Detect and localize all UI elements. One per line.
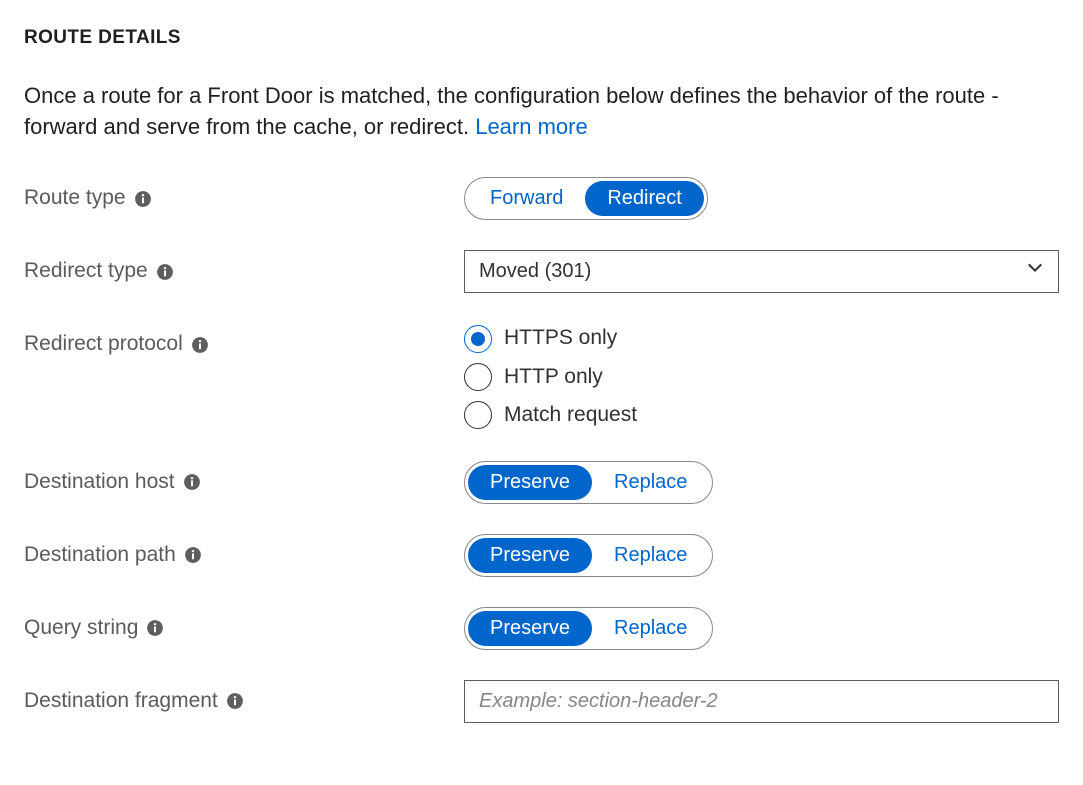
info-icon[interactable] <box>191 336 209 354</box>
redirect-protocol-http[interactable]: HTTP only <box>464 362 1059 392</box>
destination-path-replace[interactable]: Replace <box>592 538 709 573</box>
destination-fragment-input[interactable] <box>464 680 1059 723</box>
route-type-control: Forward Redirect <box>464 177 1059 220</box>
query-string-label: Query string <box>24 607 464 643</box>
destination-fragment-control <box>464 680 1059 723</box>
destination-host-replace[interactable]: Replace <box>592 465 709 500</box>
info-icon[interactable] <box>146 619 164 637</box>
redirect-type-label: Redirect type <box>24 250 464 286</box>
query-string-label-text: Query string <box>24 613 138 643</box>
section-title: ROUTE DETAILS <box>24 24 1059 52</box>
destination-host-label: Destination host <box>24 461 464 497</box>
radio-label-text: HTTP only <box>504 362 603 392</box>
redirect-protocol-https[interactable]: HTTPS only <box>464 323 1059 353</box>
redirect-type-select-value[interactable]: Moved (301) <box>464 250 1059 293</box>
radio-icon <box>464 325 492 353</box>
destination-path-row: Destination path Preserve Replace <box>24 534 1059 577</box>
destination-path-label: Destination path <box>24 534 464 570</box>
info-icon[interactable] <box>156 263 174 281</box>
query-string-row: Query string Preserve Replace <box>24 607 1059 650</box>
redirect-protocol-match[interactable]: Match request <box>464 400 1059 430</box>
route-type-label: Route type <box>24 177 464 213</box>
destination-path-toggle: Preserve Replace <box>464 534 713 577</box>
query-string-replace[interactable]: Replace <box>592 611 709 646</box>
query-string-toggle: Preserve Replace <box>464 607 713 650</box>
redirect-protocol-label-text: Redirect protocol <box>24 329 183 359</box>
learn-more-link[interactable]: Learn more <box>475 114 588 139</box>
section-description: Once a route for a Front Door is matched… <box>24 80 1034 144</box>
redirect-type-select[interactable]: Moved (301) <box>464 250 1059 293</box>
route-type-redirect[interactable]: Redirect <box>585 181 703 216</box>
redirect-type-control: Moved (301) <box>464 250 1059 293</box>
destination-host-row: Destination host Preserve Replace <box>24 461 1059 504</box>
destination-fragment-row: Destination fragment <box>24 680 1059 723</box>
route-details-section: ROUTE DETAILS Once a route for a Front D… <box>24 24 1059 723</box>
redirect-protocol-row: Redirect protocol HTTPS only HTTP only M… <box>24 323 1059 430</box>
destination-host-label-text: Destination host <box>24 467 175 497</box>
destination-fragment-label-text: Destination fragment <box>24 686 218 716</box>
info-icon[interactable] <box>184 546 202 564</box>
destination-host-control: Preserve Replace <box>464 461 1059 504</box>
destination-path-preserve[interactable]: Preserve <box>468 538 592 573</box>
info-icon[interactable] <box>183 473 201 491</box>
info-icon[interactable] <box>226 692 244 710</box>
query-string-preserve[interactable]: Preserve <box>468 611 592 646</box>
route-type-label-text: Route type <box>24 183 126 213</box>
redirect-protocol-radio-group: HTTPS only HTTP only Match request <box>464 323 1059 430</box>
redirect-protocol-control: HTTPS only HTTP only Match request <box>464 323 1059 430</box>
destination-fragment-label: Destination fragment <box>24 680 464 716</box>
route-type-forward[interactable]: Forward <box>468 181 585 216</box>
destination-host-preserve[interactable]: Preserve <box>468 465 592 500</box>
destination-host-toggle: Preserve Replace <box>464 461 713 504</box>
query-string-control: Preserve Replace <box>464 607 1059 650</box>
radio-icon <box>464 401 492 429</box>
radio-label-text: HTTPS only <box>504 323 617 353</box>
radio-label-text: Match request <box>504 400 637 430</box>
redirect-type-label-text: Redirect type <box>24 256 148 286</box>
destination-path-label-text: Destination path <box>24 540 176 570</box>
radio-icon <box>464 363 492 391</box>
redirect-type-row: Redirect type Moved (301) <box>24 250 1059 293</box>
route-type-toggle: Forward Redirect <box>464 177 708 220</box>
redirect-protocol-label: Redirect protocol <box>24 323 464 359</box>
info-icon[interactable] <box>134 190 152 208</box>
destination-path-control: Preserve Replace <box>464 534 1059 577</box>
route-type-row: Route type Forward Redirect <box>24 177 1059 220</box>
